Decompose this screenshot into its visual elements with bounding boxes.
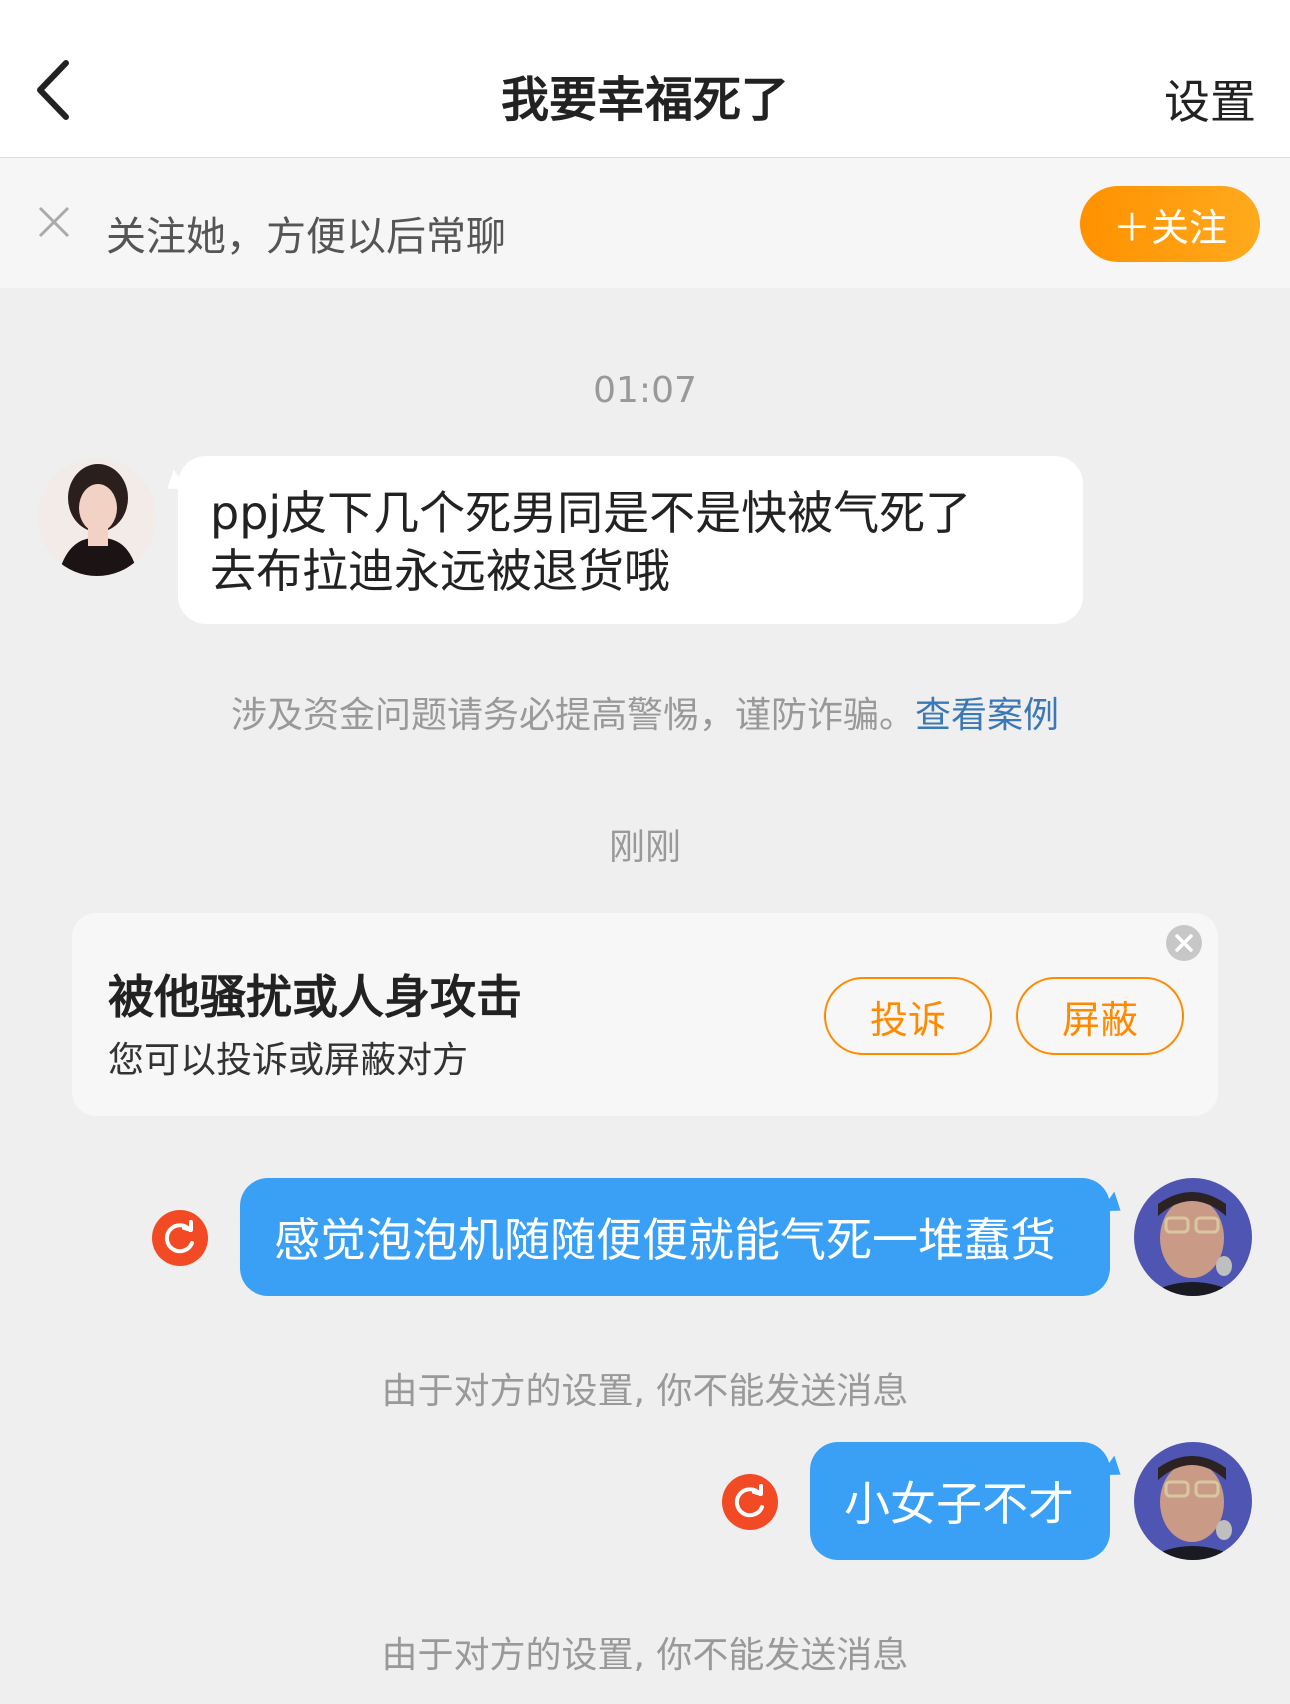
card-title: 被他骚扰或人身攻击 [108,970,522,1024]
avatar-contact[interactable] [38,458,156,576]
send-blocked-note: 由于对方的设置, 你不能发送消息 [381,1635,909,1676]
harassment-card: 被他骚扰或人身攻击 您可以投诉或屏蔽对方 投诉 屏蔽 [72,913,1218,1116]
message-text: 感觉泡泡机随随便便就能气死一堆蠢货 [274,1213,1056,1267]
outgoing-message[interactable]: 小女子不才 [810,1442,1110,1560]
message-text: 去布拉迪永远被退货哦 [210,544,670,598]
view-cases-link[interactable]: 查看案例 [915,695,1059,736]
dismiss-icon[interactable] [1166,925,1202,961]
message-timestamp: 刚刚 [608,827,681,868]
warning-text: 涉及资金问题请务必提高警惕，谨防诈骗。 [230,695,915,736]
block-button[interactable]: 屏蔽 [1016,977,1184,1055]
message-text: 小女子不才 [844,1477,1074,1531]
message-text: ppj皮下几个死男同是不是快被气死了 [210,486,972,540]
avatar-self[interactable] [1134,1178,1252,1296]
incoming-message[interactable]: ppj皮下几个死男同是不是快被气死了 去布拉迪永远被退货哦 [178,456,1083,624]
card-subtitle: 您可以投诉或屏蔽对方 [108,1040,469,1081]
follow-button[interactable]: ＋关注 [1080,186,1260,262]
report-button[interactable]: 投诉 [824,977,992,1055]
fraud-warning: 涉及资金问题请务必提高警惕，谨防诈骗。查看案例 [0,686,1290,738]
close-icon[interactable] [34,202,74,242]
message-timestamp: 01:07 [593,370,697,411]
retry-icon[interactable] [722,1474,778,1530]
follow-bar: 关注她，方便以后常聊 ＋关注 [0,158,1290,288]
nav-header: 我要幸福死了 设置 [0,0,1290,158]
settings-button[interactable]: 设置 [1164,66,1256,132]
send-blocked-note: 由于对方的设置, 你不能发送消息 [381,1371,909,1412]
page-title: 我要幸福死了 [500,72,789,128]
retry-icon[interactable] [152,1210,208,1266]
avatar-self[interactable] [1134,1442,1252,1560]
follow-prompt: 关注她，方便以后常聊 [106,214,506,260]
outgoing-message[interactable]: 感觉泡泡机随随便便就能气死一堆蠢货 [240,1178,1110,1296]
